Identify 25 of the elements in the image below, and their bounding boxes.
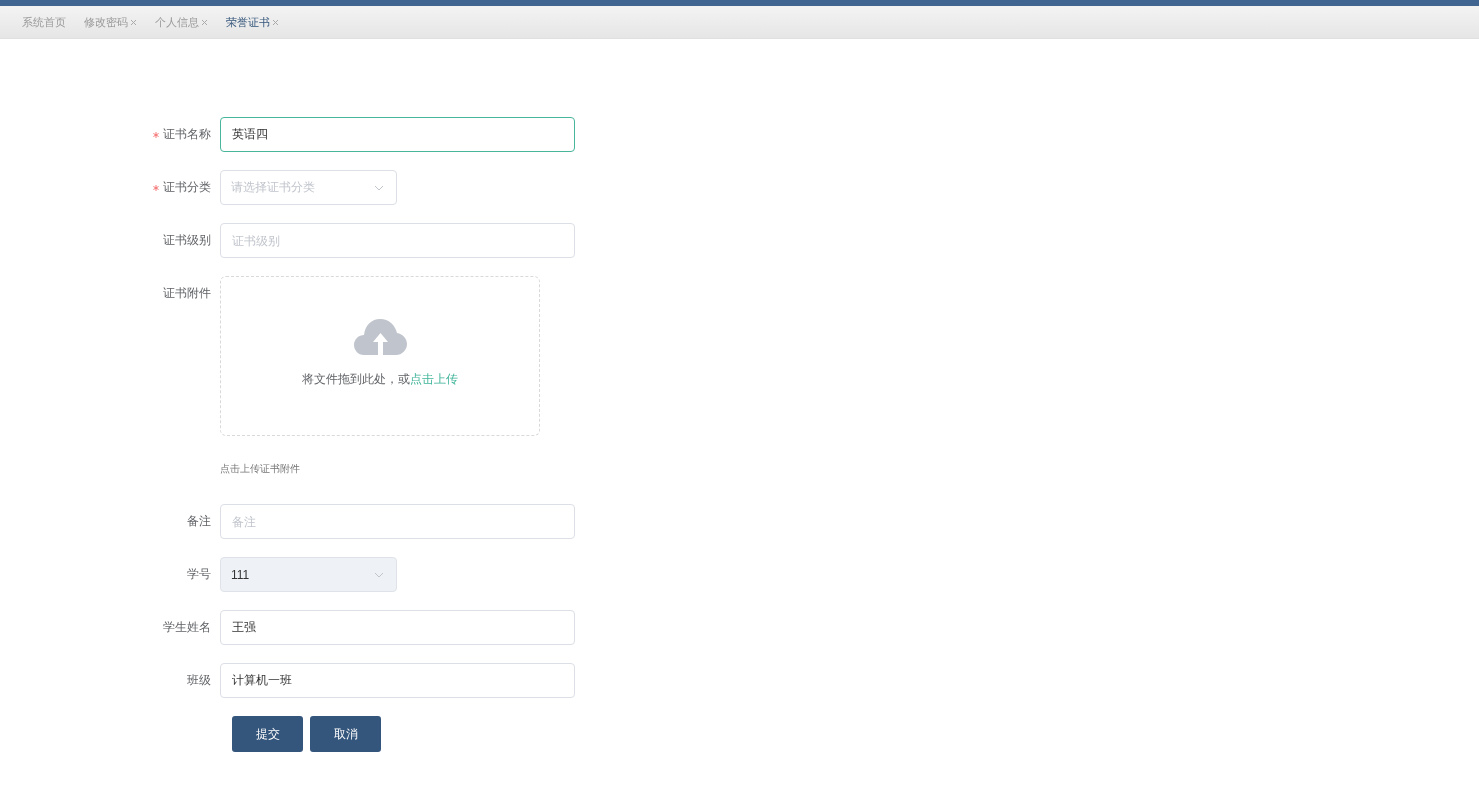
close-icon[interactable] [201, 18, 208, 26]
field-label: 证书名称 [163, 126, 211, 143]
field-label: 班级 [187, 672, 211, 689]
field-label: 证书级别 [163, 232, 211, 249]
cloud-upload-icon [353, 317, 407, 357]
close-icon[interactable] [130, 18, 137, 26]
chevron-down-icon [374, 571, 384, 578]
form-button[interactable]: 提交 [232, 716, 303, 752]
input-field[interactable]: 王强 [220, 610, 575, 645]
input-field[interactable]: 计算机一班 [220, 663, 575, 698]
close-icon[interactable] [272, 18, 279, 26]
field-label: 证书附件 [163, 285, 211, 302]
chevron-down-icon [374, 184, 384, 191]
input-field[interactable]: 证书级别 [220, 223, 575, 258]
input-field[interactable]: 英语四 [220, 117, 575, 152]
field-label: 备注 [187, 513, 211, 530]
upload-prompt: 将文件拖到此处，或点击上传 [302, 371, 458, 388]
field-label: 证书分类 [163, 179, 211, 196]
field-label: 学号 [187, 566, 211, 583]
form-button[interactable]: 取消 [310, 716, 381, 752]
upload-dropzone[interactable]: 将文件拖到此处，或点击上传 [220, 276, 540, 436]
upload-hint: 点击上传证书附件 [220, 462, 301, 476]
tab[interactable]: 荣誉证书 [226, 14, 279, 30]
field-label: 学生姓名 [163, 619, 211, 636]
input-field[interactable]: 备注 [220, 504, 575, 539]
